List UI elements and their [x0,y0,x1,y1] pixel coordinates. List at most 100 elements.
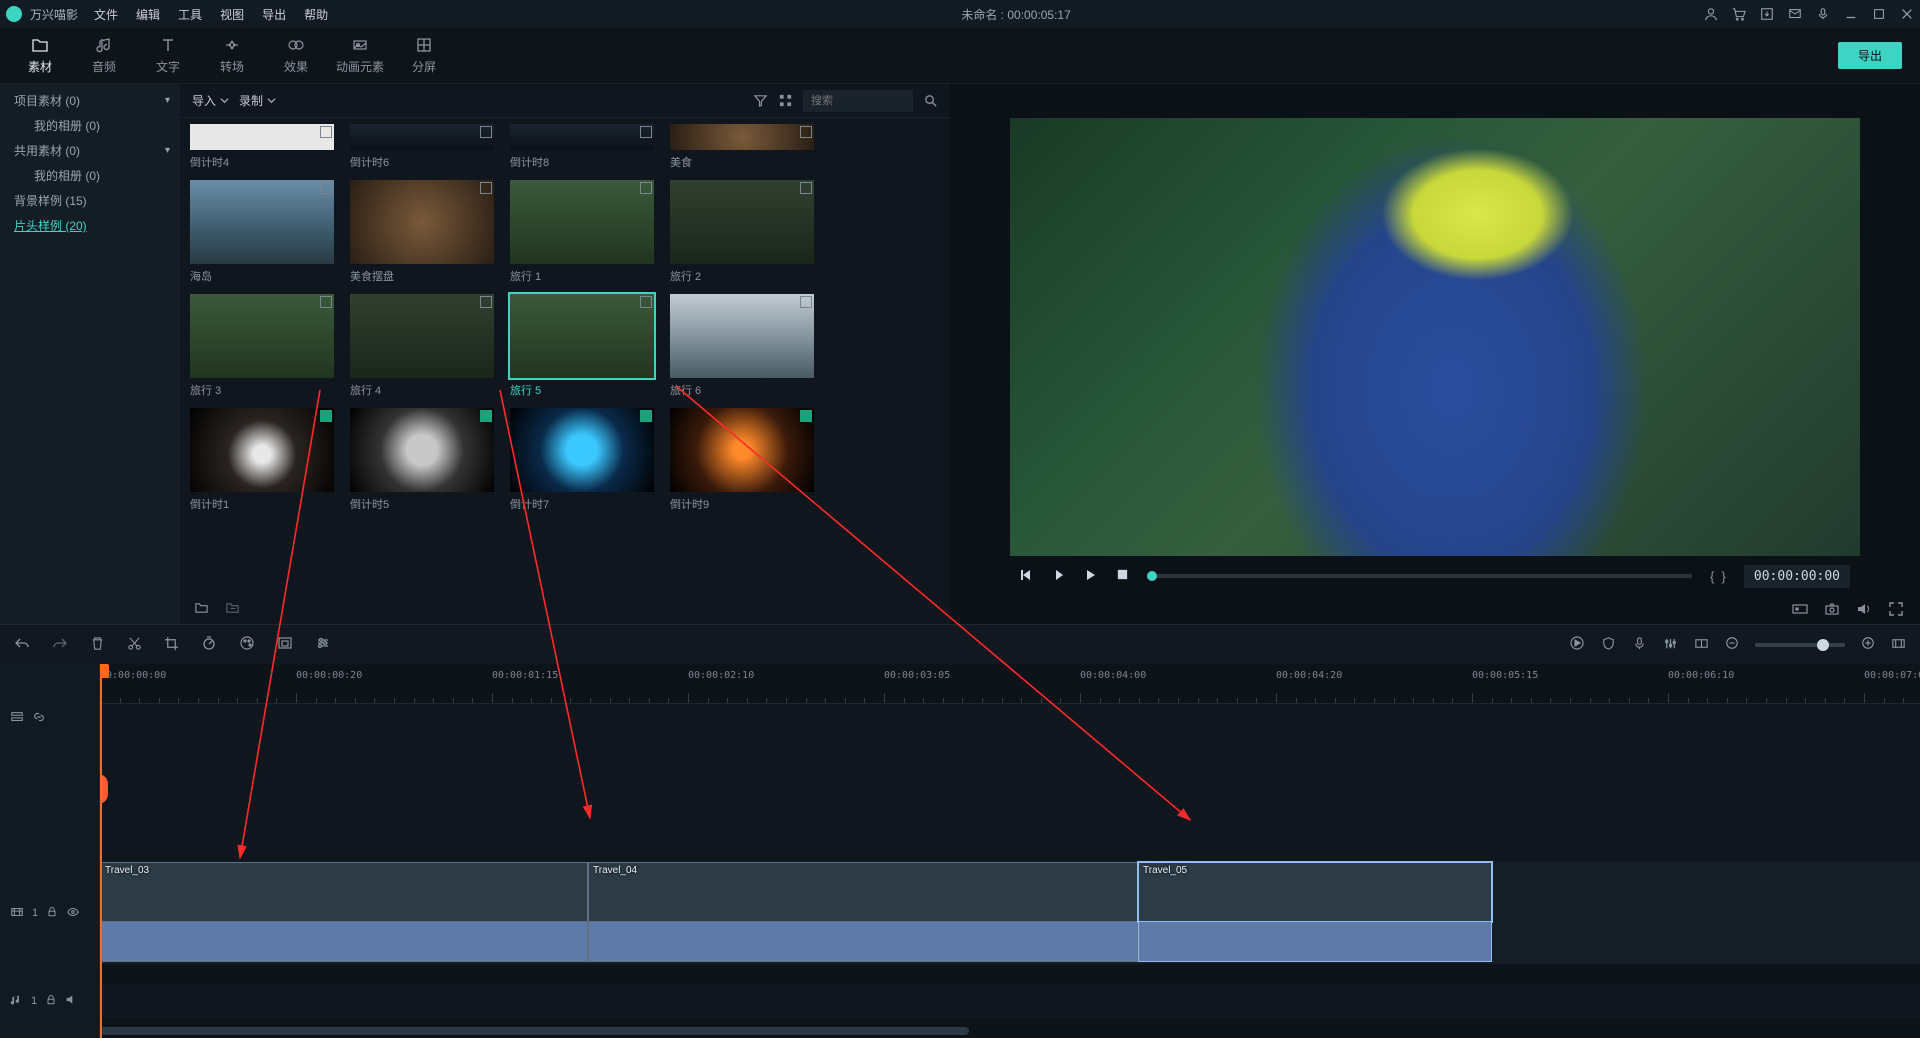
speaker-icon[interactable] [65,993,78,1009]
media-thumb[interactable]: 倒计时1 [190,408,334,512]
media-thumb[interactable]: 倒计时4 [190,124,334,170]
mic-icon[interactable] [1816,7,1830,21]
folder-icon[interactable] [194,600,209,615]
thumb-label: 倒计时5 [350,496,494,512]
menu-编辑[interactable]: 编辑 [136,6,160,23]
search-icon[interactable] [923,93,938,108]
link-icon[interactable] [32,710,46,727]
timeline-clip[interactable]: Travel_05 [1138,862,1492,922]
mark-in-out-button[interactable]: { } [1710,569,1726,584]
sidebar-item[interactable]: 我的相册 (0) [0,113,180,138]
play-button[interactable] [1084,568,1098,585]
marker-shield-icon[interactable] [1601,636,1616,654]
tab-文字[interactable]: 文字 [136,36,200,75]
prev-frame-button[interactable] [1020,568,1034,585]
media-thumb[interactable]: 倒计时9 [670,408,814,512]
timeline-clip[interactable]: Travel_04 [588,862,1138,922]
download-icon[interactable] [1760,7,1774,21]
snapshot-icon[interactable] [1824,601,1840,620]
filter-icon[interactable] [753,93,768,108]
export-button[interactable]: 导出 [1838,42,1902,69]
color-button[interactable] [239,635,255,654]
tab-动画元素[interactable]: 动画元素 [328,36,392,75]
green-screen-button[interactable] [277,635,293,654]
menu-工具[interactable]: 工具 [178,6,202,23]
import-dropdown[interactable]: 导入 [192,92,229,109]
stop-button[interactable] [1116,568,1129,584]
media-thumb[interactable]: 旅行 1 [510,180,654,284]
play-backward-button[interactable] [1052,568,1066,585]
sidebar-item[interactable]: 我的相册 (0) [0,163,180,188]
close-icon[interactable] [1900,7,1914,21]
sidebar-item[interactable]: 共用素材 (0)▾ [0,138,180,163]
keyframe-icon[interactable] [1694,636,1709,654]
lock-icon[interactable] [45,994,57,1009]
zoom-slider[interactable] [1755,643,1845,647]
timeline-clip[interactable]: Travel_03 [100,862,588,922]
preview-progress[interactable] [1147,574,1692,578]
user-icon[interactable] [1704,7,1718,21]
media-thumb[interactable]: 海岛 [190,180,334,284]
zoom-out-button[interactable] [1725,636,1739,653]
track-manage-icon[interactable] [10,710,24,727]
adjust-button[interactable] [315,635,331,654]
grid-view-icon[interactable] [778,93,793,108]
menu-文件[interactable]: 文件 [94,6,118,23]
media-thumb[interactable]: 倒计时6 [350,124,494,170]
quality-icon[interactable] [1792,601,1808,620]
volume-icon[interactable] [1856,601,1872,620]
media-thumb[interactable]: 倒计时5 [350,408,494,512]
timeline-clip-audio[interactable] [588,922,1138,962]
search-input[interactable] [803,90,913,112]
crop-button[interactable] [164,636,179,654]
audio-mixer-icon[interactable] [1663,636,1678,654]
playhead[interactable] [100,664,102,1038]
fullscreen-icon[interactable] [1888,601,1904,620]
tab-分屏[interactable]: 分屏 [392,36,456,75]
sidebar-item[interactable]: 背景样例 (15) [0,188,180,213]
undo-button[interactable] [14,635,30,654]
menu-视图[interactable]: 视图 [220,6,244,23]
timeline-scrollbar[interactable] [100,1026,1910,1036]
redo-button[interactable] [52,635,68,654]
tab-素材[interactable]: 素材 [8,36,72,75]
zoom-fit-button[interactable] [1891,636,1906,654]
sidebar-item[interactable]: 项目素材 (0)▾ [0,88,180,113]
zoom-in-button[interactable] [1861,636,1875,653]
tab-音频[interactable]: 音频 [72,36,136,75]
media-thumb[interactable]: 美食摆盘 [350,180,494,284]
media-thumb[interactable]: 旅行 6 [670,294,814,398]
message-icon[interactable] [1788,7,1802,21]
menu-帮助[interactable]: 帮助 [304,6,328,23]
cut-button[interactable] [127,636,142,654]
media-thumb[interactable]: 旅行 2 [670,180,814,284]
ruler-mark: 00:00:00:00 [100,670,166,681]
tab-效果[interactable]: 效果 [264,36,328,75]
menu-导出[interactable]: 导出 [262,6,286,23]
speed-button[interactable] [201,635,217,654]
media-thumb[interactable]: 倒计时8 [510,124,654,170]
delete-button[interactable] [90,636,105,654]
maximize-icon[interactable] [1872,7,1886,21]
render-button[interactable] [1569,635,1585,654]
timeline-clip-audio[interactable] [1138,922,1492,962]
sidebar-item[interactable]: 片头样例 (20) [0,213,180,238]
folder-remove-icon[interactable] [225,600,240,615]
media-thumb[interactable]: 美食 [670,124,814,170]
media-thumb[interactable]: 旅行 3 [190,294,334,398]
eye-icon[interactable] [66,905,80,922]
media-thumb[interactable]: 旅行 5 [510,294,654,398]
lock-icon[interactable] [46,906,58,921]
voiceover-icon[interactable] [1632,636,1647,654]
media-thumb[interactable]: 旅行 4 [350,294,494,398]
preview-video[interactable] [1010,118,1860,556]
tab-转场[interactable]: 转场 [200,36,264,75]
record-dropdown[interactable]: 录制 [239,92,276,109]
time-ruler[interactable]: 00:00:00:0000:00:00:2000:00:01:1500:00:0… [100,664,1920,704]
minimize-icon[interactable] [1844,7,1858,21]
content-row: 项目素材 (0)▾我的相册 (0)共用素材 (0)▾我的相册 (0)背景样例 (… [0,84,1920,624]
cart-icon[interactable] [1732,7,1746,21]
media-thumb[interactable]: 倒计时7 [510,408,654,512]
timeline-tracks[interactable]: 00:00:00:0000:00:00:2000:00:01:1500:00:0… [100,664,1920,1038]
timeline-clip-audio[interactable] [100,922,588,962]
